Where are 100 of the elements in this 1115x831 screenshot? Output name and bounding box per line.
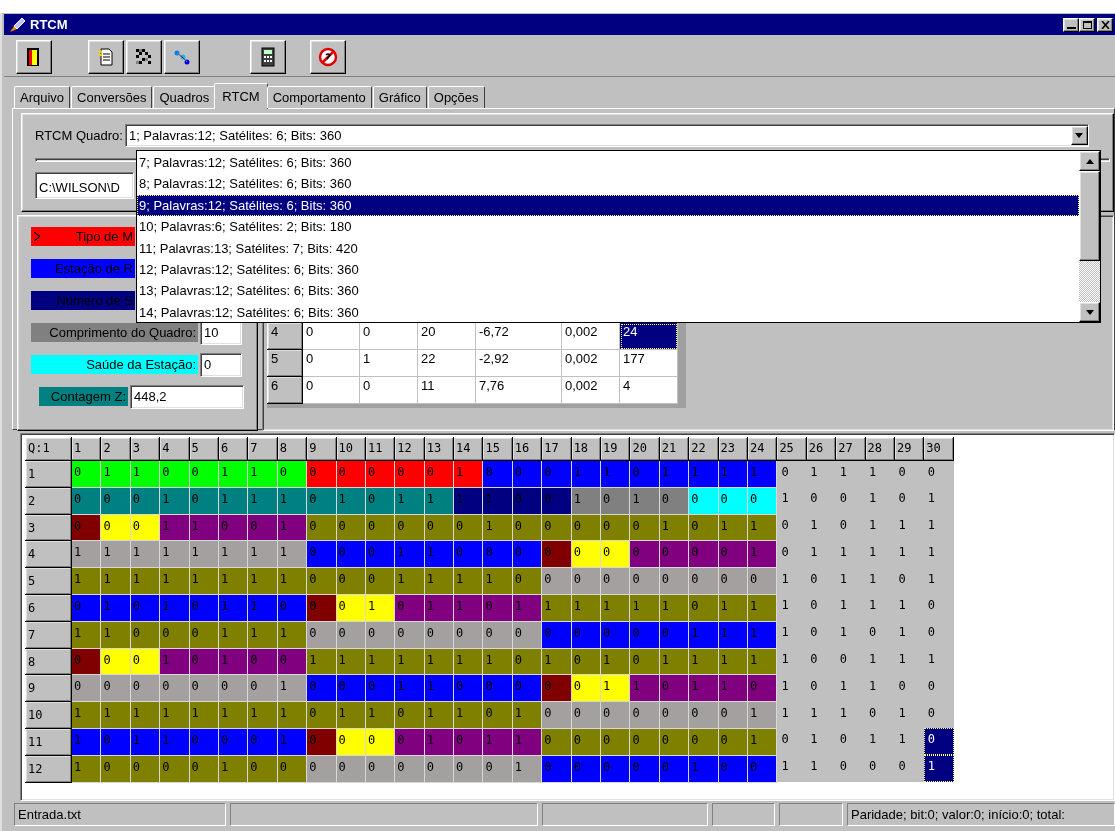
dropdown-option[interactable]: 9; Palavras:12; Satélites: 6; Bits: 360 [137, 194, 1079, 217]
table-cell[interactable]: 0 [302, 376, 360, 404]
row-header: 6 [267, 376, 303, 404]
column-header: 7 [247, 437, 278, 461]
grid-cell: 1 [865, 594, 895, 622]
column-header: 5 [189, 437, 219, 461]
column-header: 30 [923, 437, 954, 461]
grid-cell: 1 [835, 594, 866, 622]
column-header: 13 [424, 437, 454, 461]
grid-cell: 0 [865, 701, 895, 729]
row-header: 4 [267, 322, 303, 350]
column-header: 14 [453, 437, 483, 461]
dropdown-option[interactable]: 11; Palavras:13; Satélites: 7; Bits: 420 [137, 237, 1079, 259]
grid-cell: 1 [923, 755, 954, 783]
column-header: 2 [100, 437, 131, 461]
grid-cell: 1 [806, 728, 836, 756]
toolbar-button[interactable] [250, 39, 286, 74]
no-entry-icon [318, 46, 338, 67]
dropdown-option[interactable]: 10; Palavras:6; Satélites: 2; Bits: 180 [137, 216, 1079, 238]
row-header: 5 [25, 567, 72, 595]
field-label: Saúde da Estação: [31, 355, 198, 374]
row-header: 1 [25, 460, 72, 488]
tab[interactable]: Quadros [153, 86, 216, 108]
table-cell[interactable]: 7,76 [475, 376, 562, 404]
dropdown-option[interactable]: 12; Palavras:12; Satélites: 6; Bits: 360 [137, 258, 1079, 281]
toolbar-button[interactable] [310, 39, 346, 74]
row-header: 8 [25, 648, 72, 675]
grid-cell: 1 [865, 567, 895, 595]
table-cell[interactable]: 0,002 [561, 376, 620, 404]
value-field[interactable]: 0 [200, 352, 242, 377]
table-cell[interactable]: 4 [619, 376, 678, 404]
tab[interactable]: Arquivo [14, 86, 71, 108]
grid-cell: 1 [806, 701, 836, 729]
table-cell[interactable]: 177 [619, 349, 678, 377]
grid-cell: 0 [894, 674, 924, 702]
dropdown-option[interactable]: 8; Palavras:12; Satélites: 6; Bits: 360 [137, 173, 1079, 195]
column-header: 8 [277, 437, 307, 461]
grid-cell: 0 [806, 674, 836, 702]
column-header: 26 [806, 437, 836, 461]
table-cell[interactable]: 22 [417, 349, 476, 377]
grid-cell: 1 [894, 701, 924, 729]
tab[interactable]: Gráfico [372, 86, 427, 108]
grid-cell: 1 [894, 621, 924, 649]
grid-cell: 0 [835, 648, 866, 675]
column-header: 21 [659, 437, 689, 461]
value-field[interactable]: 448,2 [130, 384, 244, 409]
column-header: 1 [71, 437, 101, 461]
tab[interactable]: Comportamento [266, 86, 372, 108]
field-label: Tipo de M [42, 227, 135, 246]
table-cell[interactable]: 0 [302, 349, 360, 377]
column-header: 17 [541, 437, 572, 461]
close-button[interactable] [1097, 17, 1113, 32]
grid-cell: 0 [894, 460, 924, 488]
grid-cell: 0 [894, 487, 924, 515]
scroll-thumb[interactable] [1079, 171, 1100, 261]
field-label: RTCM Quadro: [35, 128, 123, 143]
table-cell[interactable]: 0 [359, 376, 418, 404]
tab[interactable]: Conversões [71, 86, 153, 108]
grid-cell: 1 [865, 487, 895, 515]
row-header: 3 [25, 514, 72, 541]
grid-cell: 0 [806, 594, 836, 622]
grid-cell: 0 [806, 487, 836, 515]
grid-cell: 1 [865, 648, 895, 675]
tab[interactable]: RTCM [214, 83, 268, 109]
column-header: 28 [865, 437, 895, 461]
status-text: Entrada.txt [14, 803, 226, 826]
field-label: Contagem Z: [39, 387, 128, 406]
minimize-button[interactable] [1063, 17, 1079, 32]
dropdown-option[interactable]: 13; Palavras:12; Satélites: 6; Bits: 360 [137, 280, 1079, 302]
grid-cell: 1 [806, 540, 836, 568]
toolbar-button[interactable] [126, 39, 162, 74]
maximize-button[interactable] [1079, 17, 1095, 32]
scrollbar[interactable] [1079, 151, 1100, 322]
grid-cell: 1 [776, 755, 807, 783]
toolbar-button[interactable] [164, 39, 200, 74]
column-header: 10 [336, 437, 366, 461]
document-icon [96, 46, 116, 67]
grid-cell: 1 [923, 487, 954, 515]
grid-cell: 1 [865, 460, 895, 488]
table-cell[interactable]: 11 [417, 376, 476, 404]
path-field[interactable]: C:\WILSON\D [35, 172, 134, 199]
corner-header: Q:1 [25, 437, 72, 461]
frame-combobox[interactable]: 1; Palavras:12; Satélites: 6; Bits: 360 [124, 124, 1089, 147]
table-cell[interactable]: 1 [359, 349, 418, 377]
table-cell[interactable]: -2,92 [475, 349, 562, 377]
toolbar-button[interactable] [88, 39, 124, 74]
grid-cell: 1 [894, 728, 924, 756]
grid-cell: 0 [776, 728, 807, 756]
column-header: 25 [776, 437, 807, 461]
tab[interactable]: Opções [427, 86, 485, 108]
pen-icon [8, 16, 26, 33]
dropdown-button[interactable] [1070, 126, 1088, 145]
toolbar-button[interactable] [16, 39, 52, 74]
grid-cell: 0 [835, 487, 866, 515]
table-cell[interactable]: 0,002 [561, 349, 620, 377]
dropdown-option[interactable]: 7; Palavras:12; Satélites: 6; Bits: 360 [137, 152, 1079, 174]
grid-cell: 1 [806, 514, 836, 541]
grid-cell: 1 [894, 514, 924, 541]
field-label: Número de S [31, 291, 135, 310]
column-header: 15 [482, 437, 513, 461]
